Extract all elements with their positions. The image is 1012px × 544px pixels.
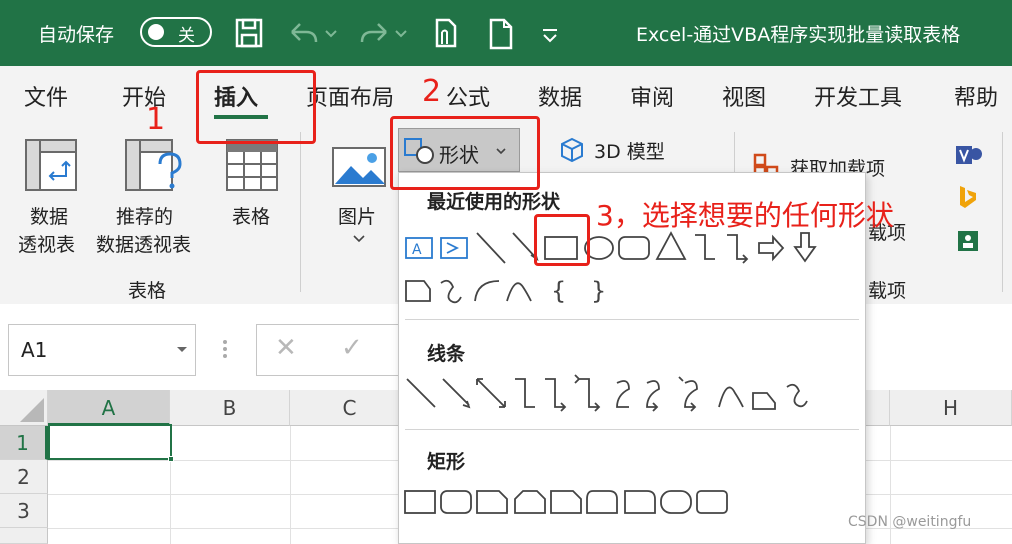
annotation-step-2: 2	[422, 74, 442, 109]
visio-icon[interactable]	[954, 142, 984, 168]
row-header-1[interactable]: 1	[0, 426, 48, 460]
tab-file[interactable]: 文件	[24, 80, 68, 112]
group-separator	[1002, 132, 1003, 292]
recent-shapes-heading: 最近使用的形状	[427, 191, 561, 213]
gallery-separator	[405, 319, 859, 320]
column-header-a[interactable]: A	[48, 390, 170, 426]
excel-window: 自动保存 关 Excel-通过VBA程序实现批量读取表格 文件 开始 插入 页面…	[0, 0, 1012, 544]
tab-formulas[interactable]: 公式	[446, 80, 490, 112]
tab-review[interactable]: 审阅	[630, 80, 674, 112]
tab-page-layout[interactable]: 页面布局	[306, 80, 394, 112]
rectangle-shapes-icons[interactable]	[403, 485, 843, 519]
pivot-table-icon[interactable]	[22, 136, 82, 194]
redo-icon[interactable]	[356, 16, 408, 50]
name-box[interactable]: A1	[8, 324, 196, 376]
lines-heading: 线条	[427, 343, 466, 365]
column-header-c[interactable]: C	[290, 390, 410, 426]
annotation-step-3: 3，选择想要的任何形状	[596, 199, 894, 232]
customize-icon[interactable]	[540, 16, 560, 50]
select-all-corner[interactable]	[0, 390, 48, 426]
people-graph-icon[interactable]	[956, 228, 980, 254]
rectangles-heading: 矩形	[427, 451, 466, 473]
3d-model-label[interactable]: 3D 模型	[594, 137, 665, 164]
group-tables-label: 表格	[128, 280, 167, 302]
autosave-toggle[interactable]: 关	[140, 17, 212, 47]
tab-developer[interactable]: 开发工具	[814, 80, 902, 112]
svg-text:{: {	[551, 277, 566, 305]
row-header-4[interactable]	[0, 528, 48, 544]
gallery-separator	[405, 429, 859, 430]
recommended-pivot-label-2: 数据透视表	[96, 234, 192, 256]
annotation-step-1: 1	[146, 102, 166, 137]
fill-handle[interactable]	[168, 456, 174, 462]
save-icon[interactable]	[234, 16, 264, 50]
tab-view[interactable]: 视图	[722, 80, 766, 112]
pictures-label: 图片	[338, 206, 377, 228]
pivot-table-label-1: 数据	[30, 206, 69, 228]
table-label: 表格	[232, 206, 271, 228]
toggle-knob	[148, 24, 164, 40]
formula-actions: ✕ ✓	[256, 324, 406, 376]
tab-help[interactable]: 帮助	[954, 80, 998, 112]
pivot-table-label-2: 透视表	[18, 234, 76, 256]
enter-icon[interactable]: ✓	[341, 333, 363, 363]
title-bar: 自动保存 关 Excel-通过VBA程序实现批量读取表格	[0, 0, 1012, 66]
annotation-box-rectangle	[534, 214, 590, 266]
document-title: Excel-通过VBA程序实现批量读取表格	[636, 24, 961, 46]
touch-mode-icon[interactable]	[432, 16, 462, 50]
autosave-state: 关	[178, 26, 195, 46]
autosave-label: 自动保存	[38, 24, 115, 46]
3d-model-icon[interactable]	[558, 136, 586, 164]
group-separator	[300, 132, 301, 292]
recommended-pivot-icon[interactable]	[122, 136, 186, 194]
table-icon[interactable]	[224, 136, 280, 194]
tab-data[interactable]: 数据	[538, 80, 582, 112]
bing-icon[interactable]	[956, 184, 980, 210]
resize-handle-icon[interactable]	[222, 338, 228, 360]
active-cell-a1[interactable]	[48, 424, 174, 462]
row-header-3[interactable]: 3	[0, 494, 48, 528]
row-header-2[interactable]: 2	[0, 460, 48, 494]
name-box-dropdown-icon[interactable]	[175, 345, 189, 355]
line-shapes-icons[interactable]	[403, 373, 843, 413]
recommended-pivot-label-1: 推荐的	[116, 206, 174, 228]
new-file-icon[interactable]	[486, 16, 516, 50]
undo-icon[interactable]	[286, 16, 338, 50]
cancel-icon[interactable]: ✕	[275, 333, 297, 363]
chevron-down-icon[interactable]	[352, 234, 366, 244]
watermark: CSDN @weitingfu	[848, 514, 972, 530]
annotation-box-insert	[196, 70, 316, 144]
column-header-b[interactable]: B	[170, 390, 290, 426]
svg-text:A: A	[412, 242, 422, 258]
gridline	[290, 426, 291, 544]
svg-text:}: }	[591, 277, 606, 305]
picture-icon[interactable]	[330, 144, 388, 192]
name-box-value: A1	[21, 338, 48, 362]
group-addins-label: 载项	[868, 280, 907, 302]
recent-shapes-icons[interactable]: A { }	[403, 225, 843, 309]
annotation-box-shapes	[390, 116, 540, 190]
column-header-h[interactable]: H	[890, 390, 1012, 426]
